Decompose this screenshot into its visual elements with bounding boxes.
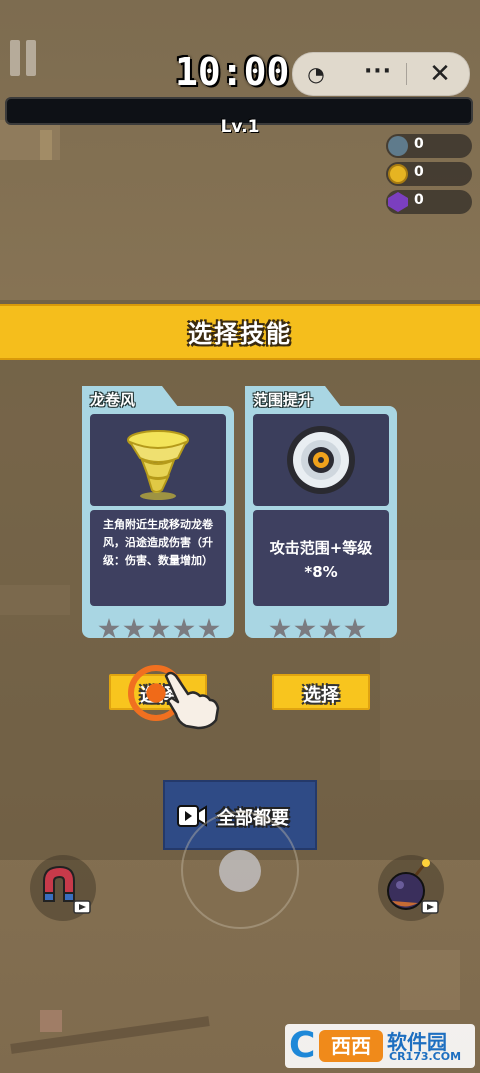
tornado-icon [127,430,189,500]
kill-counter: 0 [386,134,472,158]
star-icon [123,618,145,639]
star-icon [269,618,291,639]
magnet-icon [43,865,91,914]
skill-stars [261,618,385,640]
coin-icon [388,164,408,184]
capsule-divider [406,63,407,85]
coin-counter: 0 [386,162,472,186]
star-icon [98,618,120,639]
skill-description: 攻击范围+等级*8% [269,539,373,581]
skill-description: 主角附近生成移动龙卷风，沿途造成伤害（升级：伤害、数量增加） [103,518,213,567]
skill-card-tornado[interactable]: 龙卷风 主角附近生成移动龙卷风，沿途造成伤害（升级：伤害、数量增加） [82,386,234,640]
gem-counter: 0 [386,190,472,214]
pointing-hand-icon [160,670,222,730]
site-watermark: C 西西 软件园 CR173.COM [285,1024,475,1068]
star-icon [294,618,316,639]
game-timer: 10:00 [175,50,290,94]
gem-icon [388,192,408,212]
miniprogram-capsule: ◔ ··· ✕ [292,52,470,96]
bomb-icon [387,859,439,914]
gem-count: 0 [414,192,424,208]
star-icon [198,618,220,639]
select-range-button[interactable]: 选择 [272,674,370,710]
card-tab: 范围提升 [245,386,345,412]
skill-select-banner: 选择技能 [0,304,480,360]
watermark-url: CR173.COM [389,1050,462,1063]
range-ring-icon [287,426,355,494]
skill-image [90,414,226,506]
magnet-powerup-button[interactable] [30,855,96,921]
skill-stars [98,618,222,640]
game-center-icon[interactable]: ◔ [303,61,329,87]
star-icon [148,618,170,639]
kill-count: 0 [414,136,424,152]
level-label: Lv.1 [220,117,260,137]
skill-name: 龙卷风 [90,391,136,409]
more-button[interactable]: ··· [353,53,403,95]
skill-card-range[interactable]: 范围提升 攻击范围+等级*8% [245,386,397,640]
joystick-knob[interactable] [219,850,261,892]
star-icon [319,618,341,639]
close-button[interactable]: ✕ [417,53,463,95]
dialog-backdrop [0,300,480,860]
star-icon [173,618,195,639]
select-label: 选择 [303,685,339,706]
dialog-title: 选择技能 [188,320,292,348]
coin-count: 0 [414,164,424,180]
star-icon [344,618,366,639]
bomb-powerup-button[interactable] [378,855,444,921]
watermark-brand: 西西 [319,1030,383,1062]
skill-name: 范围提升 [253,391,314,409]
card-tab: 龙卷风 [82,386,182,412]
skull-icon [388,136,408,156]
skill-image [253,414,389,506]
pause-button[interactable] [10,40,40,76]
